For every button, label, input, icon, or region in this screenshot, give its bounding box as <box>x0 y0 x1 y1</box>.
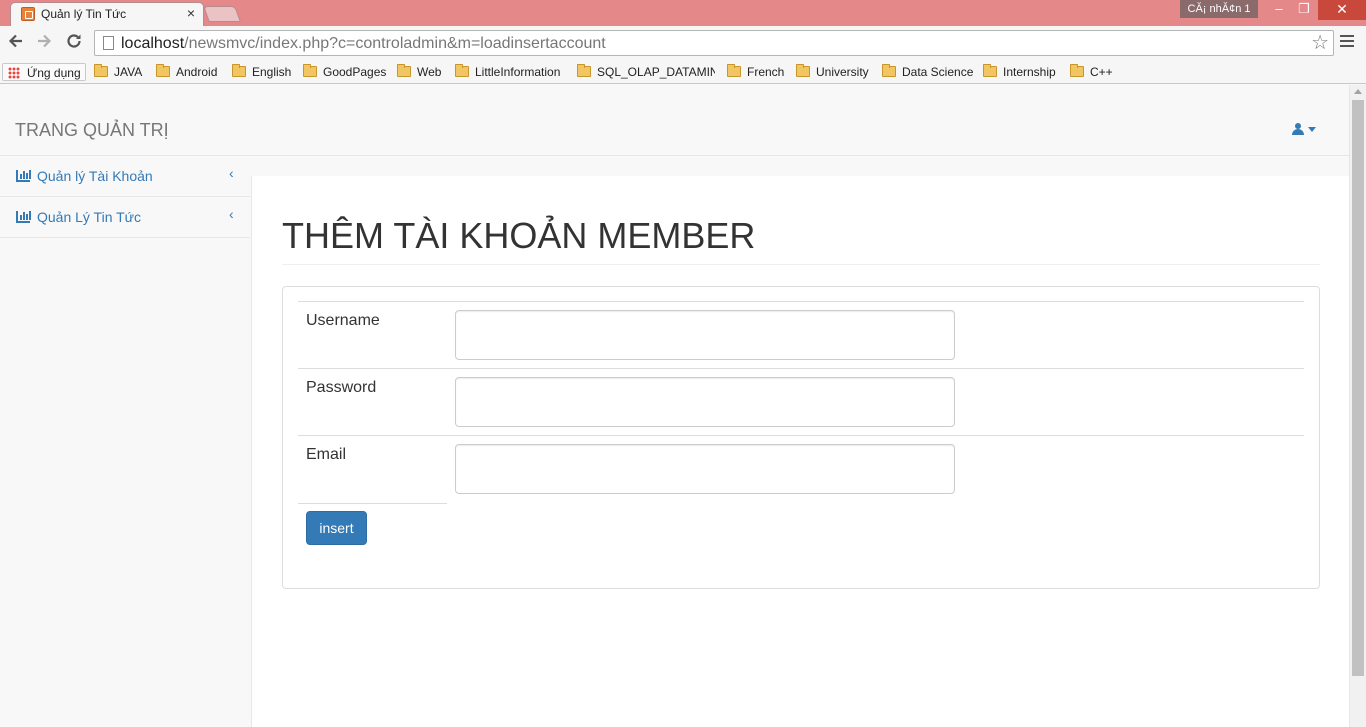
bookmark-label: Data Science <box>902 65 974 79</box>
user-dropdown[interactable] <box>1292 121 1322 137</box>
apps-grid-icon <box>8 67 20 79</box>
page-scrollbar[interactable] <box>1349 85 1366 727</box>
folder-icon <box>983 64 997 77</box>
tab-title: Quản lý Tin Tức <box>41 7 127 21</box>
menu-icon[interactable] <box>1340 32 1356 52</box>
new-tab-button[interactable] <box>203 6 241 22</box>
bookmark-folder[interactable]: English <box>232 63 291 81</box>
browser-tab-active[interactable]: Quản lý Tin Tức × <box>10 2 204 26</box>
reload-icon[interactable] <box>64 32 84 52</box>
bookmark-folder[interactable]: Internship <box>983 63 1056 81</box>
folder-icon <box>232 64 246 77</box>
form-panel: Username Password Email insert <box>282 286 1320 589</box>
scroll-thumb[interactable] <box>1352 100 1364 676</box>
page-title: THÊM TÀI KHOẢN MEMBER <box>282 215 756 256</box>
maximize-icon[interactable]: ❐ <box>1292 0 1316 20</box>
bookmark-label: Web <box>417 65 442 79</box>
page-header: THÊM TÀI KHOẢN MEMBER <box>282 216 1320 265</box>
user-icon <box>1292 123 1304 135</box>
bookmark-label: LittleInformation <box>475 65 561 79</box>
brand-title[interactable]: TRANG QUẢN TRỊ <box>15 120 169 141</box>
sidebar-item-label: Quản lý Tài Khoản <box>37 168 153 184</box>
main-content: THÊM TÀI KHOẢN MEMBER Username Password … <box>251 176 1349 727</box>
folder-icon <box>397 64 411 77</box>
folder-icon <box>455 64 469 77</box>
bookmark-folder[interactable]: JAVA <box>94 63 142 81</box>
scroll-up-icon[interactable] <box>1354 89 1362 94</box>
close-icon[interactable]: × <box>187 5 195 21</box>
bookmark-label: French <box>747 65 785 79</box>
profile-badge[interactable]: CĂ¡ nhĂ¢n 1 <box>1180 0 1258 18</box>
bookmark-label: C++ <box>1090 65 1113 79</box>
bar-chart-icon <box>16 170 31 182</box>
folder-icon <box>94 64 108 77</box>
chevron-left-icon: ‹ <box>229 165 234 181</box>
bookmark-folder[interactable]: LittleInformation <box>455 63 560 81</box>
top-navbar: TRANG QUẢN TRỊ <box>0 85 1349 156</box>
star-icon[interactable]: ☆ <box>1311 31 1329 55</box>
folder-icon <box>577 64 591 77</box>
form-row-email: Email <box>298 435 1304 502</box>
xampp-favicon-icon <box>21 7 35 21</box>
browser-titlebar: Quản lý Tin Tức × CĂ¡ nhĂ¢n 1 – ❐ ✕ <box>0 0 1366 26</box>
form-row-username: Username <box>298 301 1304 368</box>
email-label: Email <box>306 446 347 463</box>
sidebar-item-accounts[interactable]: Quản lý Tài Khoản ‹ <box>0 156 250 197</box>
sidebar-item-news[interactable]: Quản Lý Tin Tức ‹ <box>0 197 250 238</box>
back-arrow-icon[interactable] <box>6 32 26 52</box>
bookmark-folder[interactable]: SQL_OLAP_DATAMIN <box>577 63 715 81</box>
bookmark-folder[interactable]: Android <box>156 63 217 81</box>
bookmark-label: English <box>252 65 292 79</box>
folder-icon <box>1070 64 1084 77</box>
folder-icon <box>303 64 317 77</box>
bookmark-label: Internship <box>1003 65 1056 79</box>
apps-label: Ứng dụng <box>27 66 81 80</box>
browser-toolbar: localhost/newsmvc/index.php?c=controladm… <box>0 26 1366 60</box>
password-label: Password <box>306 379 377 396</box>
bookmark-label: JAVA <box>114 65 143 79</box>
page-viewport: TRANG QUẢN TRỊ Quản lý Tài Khoản ‹ Quản … <box>0 85 1366 727</box>
username-label: Username <box>306 312 380 329</box>
bookmark-label: GoodPages <box>323 65 387 79</box>
sidebar: Quản lý Tài Khoản ‹ Quản Lý Tin Tức ‹ <box>0 156 250 727</box>
form-row-password: Password <box>298 368 1304 435</box>
address-bar[interactable]: localhost/newsmvc/index.php?c=controladm… <box>94 30 1334 56</box>
form-row-divider <box>298 503 447 504</box>
bookmark-folder[interactable]: University <box>796 63 869 81</box>
insert-button[interactable]: insert <box>306 511 367 545</box>
username-input[interactable] <box>455 310 955 360</box>
sidebar-item-label: Quản Lý Tin Tức <box>37 209 142 225</box>
bookmark-label: University <box>816 65 869 79</box>
password-input[interactable] <box>455 377 955 427</box>
email-input[interactable] <box>455 444 955 494</box>
bookmark-folder[interactable]: French <box>727 63 784 81</box>
chevron-left-icon: ‹ <box>229 206 234 222</box>
page-icon <box>103 36 114 50</box>
url-text[interactable]: localhost/newsmvc/index.php?c=controladm… <box>121 35 606 53</box>
bookmark-folder[interactable]: Web <box>397 63 441 81</box>
bookmark-folder[interactable]: C++ <box>1070 63 1113 81</box>
folder-icon <box>882 64 896 77</box>
minimize-icon[interactable]: – <box>1268 0 1290 20</box>
bookmark-label: SQL_OLAP_DATAMIN <box>597 65 715 79</box>
caret-down-icon <box>1308 127 1316 132</box>
bookmarks-bar: Ứng dụng JAVA Android English GoodPages … <box>0 60 1366 84</box>
folder-icon <box>156 64 170 77</box>
apps-button[interactable]: Ứng dụng <box>2 63 86 81</box>
bookmark-folder[interactable]: GoodPages <box>303 63 386 81</box>
window-close-icon[interactable]: ✕ <box>1318 0 1366 20</box>
bookmark-folder[interactable]: Data Science <box>882 63 973 81</box>
folder-icon <box>796 64 810 77</box>
folder-icon <box>727 64 741 77</box>
forward-arrow-icon[interactable] <box>34 32 54 52</box>
bookmark-label: Android <box>176 65 218 79</box>
bar-chart-icon <box>16 211 31 223</box>
